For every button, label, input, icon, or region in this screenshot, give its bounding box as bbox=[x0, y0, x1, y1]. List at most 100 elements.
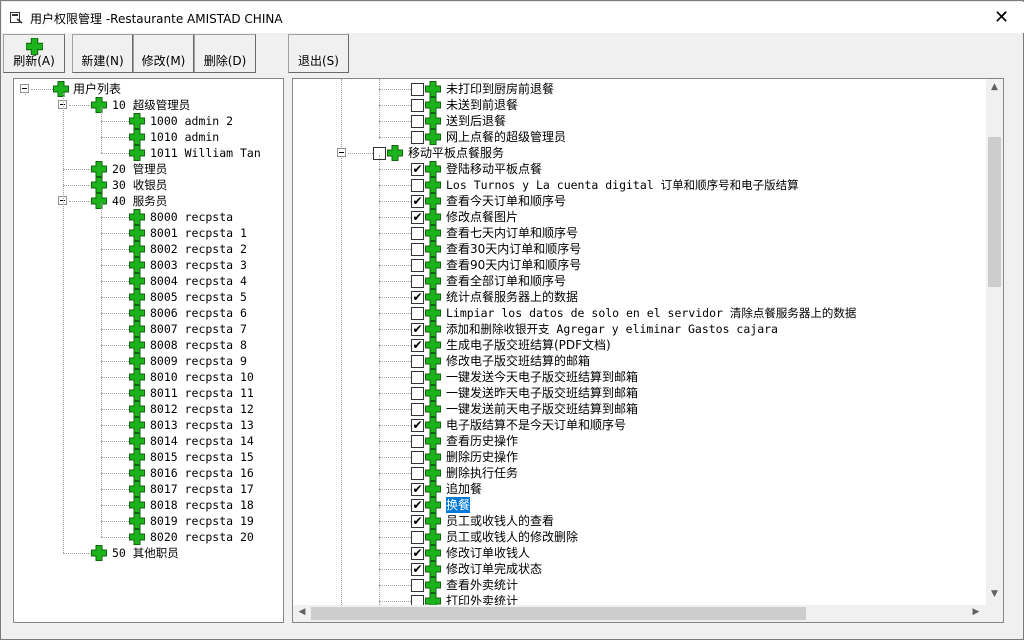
user-item[interactable]: 8003 recpsta 3 bbox=[150, 257, 247, 273]
tree-line bbox=[379, 297, 411, 298]
user-item[interactable]: 8006 recpsta 6 bbox=[150, 305, 247, 321]
permission-checkbox[interactable]: ✔ bbox=[411, 499, 424, 512]
permission-checkbox[interactable] bbox=[411, 467, 424, 480]
permission-icon bbox=[425, 369, 441, 385]
user-icon bbox=[129, 433, 145, 449]
scroll-down-arrow[interactable]: ▼ bbox=[986, 589, 1003, 599]
tree-root-label[interactable]: 用户列表 bbox=[73, 81, 121, 97]
permission-label: Los Turnos y La cuenta digital 订单和顺序号和电子… bbox=[446, 178, 799, 192]
permission-checkbox[interactable] bbox=[411, 243, 424, 256]
permission-checkbox[interactable]: ✔ bbox=[411, 195, 424, 208]
permission-checkbox[interactable] bbox=[411, 371, 424, 384]
tree-line bbox=[31, 89, 53, 90]
user-icon bbox=[129, 353, 145, 369]
group-label[interactable]: 50 其他职员 bbox=[112, 545, 179, 561]
permission-checkbox[interactable]: ✔ bbox=[411, 563, 424, 576]
permission-checkbox[interactable] bbox=[411, 131, 424, 144]
refresh-button[interactable]: 刷新(A) bbox=[3, 34, 65, 73]
user-item[interactable]: 8001 recpsta 1 bbox=[150, 225, 247, 241]
user-item[interactable]: 8014 recpsta 14 bbox=[150, 433, 254, 449]
user-icon bbox=[129, 321, 145, 337]
permission-label: 查看历史操作 bbox=[446, 434, 519, 448]
permission-checkbox[interactable] bbox=[411, 115, 424, 128]
permission-checkbox[interactable] bbox=[411, 307, 424, 320]
permission-checkbox[interactable] bbox=[411, 435, 424, 448]
user-item[interactable]: 1011 William Tan bbox=[150, 145, 261, 161]
tree-line bbox=[101, 489, 129, 490]
permission-checkbox[interactable]: ✔ bbox=[411, 339, 424, 352]
collapse-toggle[interactable] bbox=[337, 148, 346, 157]
permission-checkbox[interactable] bbox=[411, 275, 424, 288]
permission-checkbox[interactable] bbox=[411, 451, 424, 464]
user-item[interactable]: 8004 recpsta 4 bbox=[150, 273, 247, 289]
scroll-right-arrow[interactable]: ▶ bbox=[970, 607, 982, 617]
user-item[interactable]: 8010 recpsta 10 bbox=[150, 369, 254, 385]
permission-checkbox[interactable] bbox=[411, 355, 424, 368]
user-item[interactable]: 1010 admin bbox=[150, 129, 219, 145]
permission-checkbox[interactable]: ✔ bbox=[411, 211, 424, 224]
tree-line bbox=[101, 203, 102, 537]
permission-checkbox[interactable] bbox=[411, 99, 424, 112]
permission-checkbox[interactable] bbox=[411, 259, 424, 272]
user-item[interactable]: 1000 admin 2 bbox=[150, 113, 233, 129]
new-button[interactable]: 新建(N) bbox=[72, 34, 133, 73]
user-item[interactable]: 8008 recpsta 8 bbox=[150, 337, 247, 353]
user-item[interactable]: 8013 recpsta 13 bbox=[150, 417, 254, 433]
scroll-up-arrow[interactable]: ▲ bbox=[986, 82, 1003, 92]
vertical-scroll-thumb[interactable] bbox=[988, 137, 1001, 288]
permission-checkbox[interactable]: ✔ bbox=[411, 483, 424, 496]
permission-checkbox[interactable]: ✔ bbox=[411, 547, 424, 560]
user-item[interactable]: 8005 recpsta 5 bbox=[150, 289, 247, 305]
group-label[interactable]: 10 超级管理员 bbox=[112, 97, 190, 113]
title-bar[interactable]: 用户权限管理 -Restaurante AMISTAD CHINA ✕ bbox=[2, 2, 1024, 33]
user-item[interactable]: 8017 recpsta 17 bbox=[150, 481, 254, 497]
permission-label: 删除历史操作 bbox=[446, 450, 519, 464]
group-label[interactable]: 40 服务员 bbox=[112, 193, 167, 209]
tree-line bbox=[101, 137, 129, 138]
permission-checkbox[interactable] bbox=[411, 387, 424, 400]
tree-line bbox=[379, 569, 411, 570]
user-item[interactable]: 8016 recpsta 16 bbox=[150, 465, 254, 481]
permission-checkbox[interactable] bbox=[411, 83, 424, 96]
permission-checkbox[interactable]: ✔ bbox=[411, 515, 424, 528]
horizontal-scrollbar[interactable]: ◀ ▶ bbox=[293, 605, 986, 622]
tree-line bbox=[379, 281, 411, 282]
user-item[interactable]: 8020 recpsta 20 bbox=[150, 529, 254, 545]
permission-checkbox[interactable]: ✔ bbox=[411, 163, 424, 176]
user-item[interactable]: 8009 recpsta 9 bbox=[150, 353, 247, 369]
group-label[interactable]: 移动平板点餐服务 bbox=[408, 145, 504, 161]
tree-line bbox=[101, 409, 129, 410]
permission-checkbox[interactable] bbox=[411, 579, 424, 592]
permission-tree[interactable]: 未打印到厨房前退餐 未送到前退餐 送到后退餐 网上点餐的超级管理员 移动平板点餐服务 ✔ 登… bbox=[292, 78, 1004, 623]
user-item[interactable]: 8012 recpsta 12 bbox=[150, 401, 254, 417]
permission-checkbox[interactable]: ✔ bbox=[411, 323, 424, 336]
permission-checkbox[interactable] bbox=[411, 179, 424, 192]
user-item[interactable]: 8015 recpsta 15 bbox=[150, 449, 254, 465]
permission-checkbox[interactable]: ✔ bbox=[411, 419, 424, 432]
exit-button-label: 退出(S) bbox=[298, 54, 339, 68]
close-icon[interactable]: ✕ bbox=[979, 2, 1024, 33]
group-label[interactable]: 30 收银员 bbox=[112, 177, 167, 193]
user-icon bbox=[129, 337, 145, 353]
permission-icon bbox=[425, 497, 441, 513]
delete-button[interactable]: 删除(D) bbox=[194, 34, 256, 73]
user-item[interactable]: 8019 recpsta 19 bbox=[150, 513, 254, 529]
permission-checkbox[interactable]: ✔ bbox=[411, 291, 424, 304]
tree-line bbox=[101, 505, 129, 506]
user-tree[interactable]: 用户列表 10 超级管理员 1000 admin 2 1010 admin 1011 W… bbox=[13, 78, 284, 623]
vertical-scrollbar[interactable]: ▲ ▼ bbox=[986, 79, 1003, 605]
user-item[interactable]: 8000 recpsta bbox=[150, 209, 233, 225]
user-item[interactable]: 8018 recpsta 18 bbox=[150, 497, 254, 513]
group-label[interactable]: 20 管理员 bbox=[112, 161, 167, 177]
user-item[interactable]: 8002 recpsta 2 bbox=[150, 241, 247, 257]
exit-button[interactable]: 退出(S) bbox=[288, 34, 349, 73]
horizontal-scroll-thumb[interactable] bbox=[311, 607, 806, 620]
permission-checkbox[interactable] bbox=[411, 227, 424, 240]
scroll-left-arrow[interactable]: ◀ bbox=[296, 607, 308, 617]
permission-label: 添加和删除收银开支 Agregar y eliminar Gastos caja… bbox=[446, 322, 778, 336]
permission-checkbox[interactable] bbox=[411, 531, 424, 544]
edit-button[interactable]: 修改(M) bbox=[133, 34, 194, 73]
permission-checkbox[interactable] bbox=[411, 403, 424, 416]
user-item[interactable]: 8007 recpsta 7 bbox=[150, 321, 247, 337]
user-item[interactable]: 8011 recpsta 11 bbox=[150, 385, 254, 401]
